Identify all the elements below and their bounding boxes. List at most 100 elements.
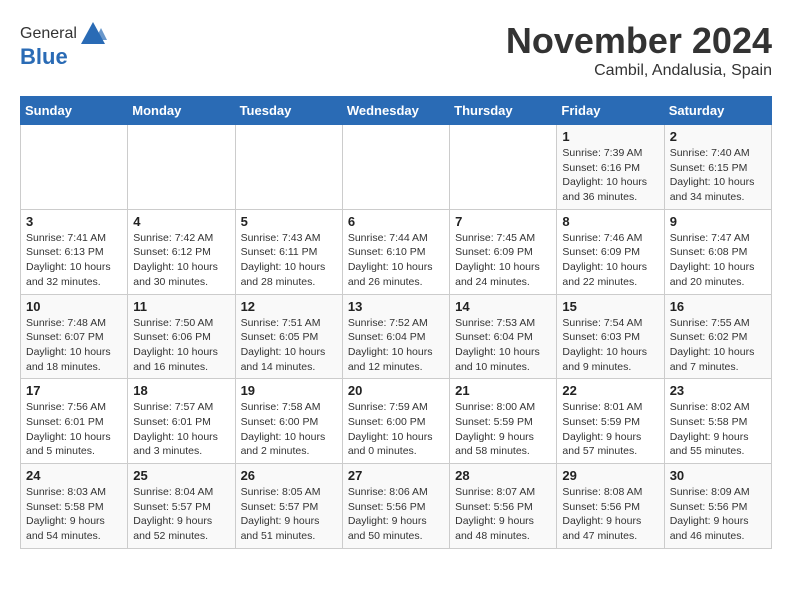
logo-general-text: General — [20, 25, 77, 43]
calendar-cell: 6Sunrise: 7:44 AM Sunset: 6:10 PM Daylig… — [342, 209, 449, 294]
day-number: 29 — [562, 468, 658, 483]
calendar-cell — [128, 125, 235, 210]
calendar-cell: 15Sunrise: 7:54 AM Sunset: 6:03 PM Dayli… — [557, 294, 664, 379]
calendar-cell: 10 Sunrise: 7:48 AM Sunset: 6:07 PM Dayli… — [21, 294, 128, 379]
calendar-cell: 30 Sunrise: 8:09 AM Sunset: 5:56 PM Dayli… — [664, 464, 771, 549]
day-number: 1 — [562, 129, 658, 144]
day-info: Sunrise: 7:48 AM Sunset: 6:07 PM Dayligh… — [26, 316, 122, 375]
calendar-cell: 22Sunrise: 8:01 AM Sunset: 5:59 PM Dayli… — [557, 379, 664, 464]
day-info: Sunrise: 7:57 AM Sunset: 6:01 PM Dayligh… — [133, 400, 229, 459]
day-info: Sunrise: 8:00 AM Sunset: 5:59 PM Dayligh… — [455, 400, 551, 459]
day-info: Sunrise: 8:03 AM Sunset: 5:58 PM Dayligh… — [26, 485, 122, 544]
calendar-cell: 4 Sunrise: 7:42 AM Sunset: 6:12 PM Daylig… — [128, 209, 235, 294]
calendar-cell: 21 Sunrise: 8:00 AM Sunset: 5:59 PM Dayli… — [450, 379, 557, 464]
calendar-cell: 14 Sunrise: 7:53 AM Sunset: 6:04 PM Dayli… — [450, 294, 557, 379]
day-info: Sunrise: 7:50 AM Sunset: 6:06 PM Dayligh… — [133, 316, 229, 375]
day-info: Sunrise: 7:52 AM Sunset: 6:04 PM Dayligh… — [348, 316, 444, 375]
day-info: Sunrise: 8:07 AM Sunset: 5:56 PM Dayligh… — [455, 485, 551, 544]
calendar-cell: 1 Sunrise: 7:39 AM Sunset: 6:16 PM Daylig… — [557, 125, 664, 210]
day-number: 21 — [455, 383, 551, 398]
day-number: 4 — [133, 214, 229, 229]
day-number: 6 — [348, 214, 444, 229]
calendar-cell: 8 Sunrise: 7:46 AM Sunset: 6:09 PM Daylig… — [557, 209, 664, 294]
calendar-cell: 3 Sunrise: 7:41 AM Sunset: 6:13 PM Daylig… — [21, 209, 128, 294]
day-number: 13 — [348, 299, 444, 314]
calendar-cell — [450, 125, 557, 210]
day-info: Sunrise: 7:51 AM Sunset: 6:05 PM Dayligh… — [241, 316, 337, 375]
day-info: Sunrise: 7:46 AM Sunset: 6:09 PM Dayligh… — [562, 231, 658, 290]
calendar-cell: 29 Sunrise: 8:08 AM Sunset: 5:56 PM Dayli… — [557, 464, 664, 549]
day-info: Sunrise: 7:55 AM Sunset: 6:02 PM Dayligh… — [670, 316, 766, 375]
day-info: Sunrise: 7:45 AM Sunset: 6:09 PM Dayligh… — [455, 231, 551, 290]
day-number: 24 — [26, 468, 122, 483]
day-number: 9 — [670, 214, 766, 229]
day-info: Sunrise: 7:47 AM Sunset: 6:08 PM Dayligh… — [670, 231, 766, 290]
day-info: Sunrise: 8:09 AM Sunset: 5:56 PM Dayligh… — [670, 485, 766, 544]
day-number: 12 — [241, 299, 337, 314]
logo-icon — [79, 20, 107, 48]
day-number: 11 — [133, 299, 229, 314]
calendar-cell: 20 Sunrise: 7:59 AM Sunset: 6:00 PM Dayli… — [342, 379, 449, 464]
calendar-day-header: Tuesday — [235, 97, 342, 125]
day-info: Sunrise: 7:43 AM Sunset: 6:11 PM Dayligh… — [241, 231, 337, 290]
day-info: Sunrise: 7:53 AM Sunset: 6:04 PM Dayligh… — [455, 316, 551, 375]
calendar-day-header: Thursday — [450, 97, 557, 125]
day-info: Sunrise: 7:40 AM Sunset: 6:15 PM Dayligh… — [670, 146, 766, 205]
day-number: 7 — [455, 214, 551, 229]
day-number: 22 — [562, 383, 658, 398]
calendar-cell: 13 Sunrise: 7:52 AM Sunset: 6:04 PM Dayli… — [342, 294, 449, 379]
calendar-cell: 11 Sunrise: 7:50 AM Sunset: 6:06 PM Dayli… — [128, 294, 235, 379]
calendar-cell: 9 Sunrise: 7:47 AM Sunset: 6:08 PM Daylig… — [664, 209, 771, 294]
day-number: 27 — [348, 468, 444, 483]
day-number: 8 — [562, 214, 658, 229]
calendar-day-header: Friday — [557, 97, 664, 125]
day-number: 30 — [670, 468, 766, 483]
calendar-cell: 25Sunrise: 8:04 AM Sunset: 5:57 PM Dayli… — [128, 464, 235, 549]
day-number: 5 — [241, 214, 337, 229]
day-info: Sunrise: 7:41 AM Sunset: 6:13 PM Dayligh… — [26, 231, 122, 290]
calendar-cell — [342, 125, 449, 210]
day-number: 23 — [670, 383, 766, 398]
day-number: 16 — [670, 299, 766, 314]
calendar-cell — [21, 125, 128, 210]
calendar-cell: 18Sunrise: 7:57 AM Sunset: 6:01 PM Dayli… — [128, 379, 235, 464]
day-number: 10 — [26, 299, 122, 314]
logo: General Blue — [20, 20, 107, 70]
calendar-day-header: Wednesday — [342, 97, 449, 125]
day-info: Sunrise: 8:08 AM Sunset: 5:56 PM Dayligh… — [562, 485, 658, 544]
calendar-cell: 7 Sunrise: 7:45 AM Sunset: 6:09 PM Daylig… — [450, 209, 557, 294]
day-number: 20 — [348, 383, 444, 398]
calendar-cell: 23 Sunrise: 8:02 AM Sunset: 5:58 PM Dayli… — [664, 379, 771, 464]
day-info: Sunrise: 7:59 AM Sunset: 6:00 PM Dayligh… — [348, 400, 444, 459]
title-block: November 2024 Cambil, Andalusia, Spain — [506, 20, 772, 80]
day-info: Sunrise: 8:02 AM Sunset: 5:58 PM Dayligh… — [670, 400, 766, 459]
page-header: General Blue November 2024 Cambil, Andal… — [20, 20, 772, 80]
calendar-cell: 19Sunrise: 7:58 AM Sunset: 6:00 PM Dayli… — [235, 379, 342, 464]
calendar-cell: 5 Sunrise: 7:43 AM Sunset: 6:11 PM Daylig… — [235, 209, 342, 294]
calendar-table: SundayMondayTuesdayWednesdayThursdayFrid… — [20, 96, 772, 549]
day-info: Sunrise: 7:56 AM Sunset: 6:01 PM Dayligh… — [26, 400, 122, 459]
day-info: Sunrise: 7:54 AM Sunset: 6:03 PM Dayligh… — [562, 316, 658, 375]
day-number: 28 — [455, 468, 551, 483]
calendar-day-header: Monday — [128, 97, 235, 125]
calendar-cell: 28 Sunrise: 8:07 AM Sunset: 5:56 PM Dayli… — [450, 464, 557, 549]
day-info: Sunrise: 7:42 AM Sunset: 6:12 PM Dayligh… — [133, 231, 229, 290]
calendar-day-header: Sunday — [21, 97, 128, 125]
day-number: 25 — [133, 468, 229, 483]
day-number: 14 — [455, 299, 551, 314]
month-title: November 2024 — [506, 20, 772, 62]
calendar-cell: 26Sunrise: 8:05 AM Sunset: 5:57 PM Dayli… — [235, 464, 342, 549]
day-info: Sunrise: 8:06 AM Sunset: 5:56 PM Dayligh… — [348, 485, 444, 544]
calendar-cell: 12 Sunrise: 7:51 AM Sunset: 6:05 PM Dayli… — [235, 294, 342, 379]
day-number: 26 — [241, 468, 337, 483]
calendar-cell — [235, 125, 342, 210]
calendar-header: SundayMondayTuesdayWednesdayThursdayFrid… — [21, 97, 772, 125]
calendar-cell: 24 Sunrise: 8:03 AM Sunset: 5:58 PM Dayli… — [21, 464, 128, 549]
day-info: Sunrise: 7:39 AM Sunset: 6:16 PM Dayligh… — [562, 146, 658, 205]
day-number: 17 — [26, 383, 122, 398]
calendar-day-header: Saturday — [664, 97, 771, 125]
day-number: 3 — [26, 214, 122, 229]
calendar-cell: 16 Sunrise: 7:55 AM Sunset: 6:02 PM Dayli… — [664, 294, 771, 379]
day-number: 19 — [241, 383, 337, 398]
calendar-cell: 2Sunrise: 7:40 AM Sunset: 6:15 PM Daylig… — [664, 125, 771, 210]
